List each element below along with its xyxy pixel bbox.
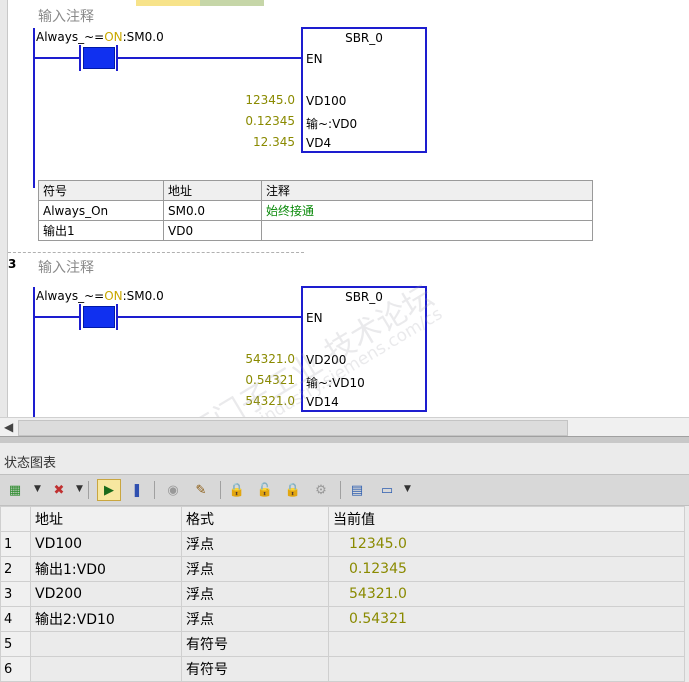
- table-row[interactable]: 5 有符号: [0, 631, 685, 657]
- network-number: 3: [8, 257, 17, 271]
- pin: VD4: [306, 136, 332, 150]
- table-row: 输出1 VD0: [38, 220, 593, 241]
- pin-en: EN: [306, 311, 323, 325]
- trend-view-icon[interactable]: ▤: [348, 481, 366, 499]
- table-row: Always_On SM0.0 始终接通: [38, 200, 593, 221]
- wire: [35, 57, 79, 59]
- pin-en: EN: [306, 52, 323, 66]
- pause-icon[interactable]: ❚: [128, 481, 146, 499]
- current-value-column-header[interactable]: 当前值: [328, 506, 685, 532]
- wire: [35, 316, 79, 318]
- contact-label: Always_~=ON:SM0.0: [36, 30, 164, 44]
- power-rail: [33, 28, 35, 188]
- editor-tab-2[interactable]: [200, 0, 264, 6]
- status-chart-pane: 状态图表 ▦ ▼ ✖ ▼ ▶ ❚ ◉ ✎ 🔒 🔓 🔒 ⚙ ▤ ▭ ▼ 地址 格式…: [0, 443, 689, 682]
- symbol-table: 符号 地址 注释 Always_On SM0.0 始终接通 输出1 VD0: [38, 180, 593, 241]
- lock-all-icon[interactable]: 🔒: [284, 481, 302, 499]
- table-row[interactable]: 2 输出1:VD0 浮点 0.12345: [0, 556, 685, 582]
- network-gutter: [0, 0, 8, 417]
- pin: 输~:VD0: [306, 117, 358, 131]
- table-row[interactable]: 4 输出2:VD10 浮点 0.54321: [0, 606, 685, 632]
- operand-value[interactable]: 12345.0: [245, 93, 295, 107]
- status-chart-table: 地址 格式 当前值 1 VD100 浮点 12345.0 2 输出1:VD0 浮…: [0, 506, 685, 682]
- scroll-left-icon[interactable]: ◀: [4, 420, 13, 434]
- lock-icon[interactable]: 🔒: [228, 481, 246, 499]
- editor-tab-highlight[interactable]: [136, 0, 200, 6]
- pencil-icon[interactable]: ✎: [192, 481, 210, 499]
- chevron-down-icon[interactable]: ▼: [404, 484, 411, 494]
- address-header: 地址: [163, 180, 262, 201]
- symbol-header: 符号: [38, 180, 164, 201]
- table-row[interactable]: 3 VD200 浮点 54321.0: [0, 581, 685, 607]
- unlock-icon[interactable]: 🔓: [256, 481, 274, 499]
- network-comment[interactable]: 输入注释: [38, 257, 94, 277]
- glasses-icon[interactable]: ◉: [164, 481, 182, 499]
- contact-bar-left: [79, 45, 81, 71]
- chart-status-icon[interactable]: ▶: [97, 479, 121, 501]
- network-separator: [8, 252, 304, 254]
- normally-open-contact[interactable]: [83, 306, 115, 328]
- comment-header: 注释: [261, 180, 593, 201]
- insert-row-icon[interactable]: ▦: [6, 481, 24, 499]
- delete-row-icon[interactable]: ✖: [50, 481, 68, 499]
- table-row[interactable]: 6 有符号: [0, 656, 685, 682]
- status-chart-toolbar: ▦ ▼ ✖ ▼ ▶ ❚ ◉ ✎ 🔒 🔓 🔒 ⚙ ▤ ▭ ▼: [0, 474, 689, 506]
- operand-value[interactable]: 12.345: [253, 135, 295, 149]
- scrollbar-thumb[interactable]: [18, 420, 568, 436]
- pin: VD100: [306, 94, 347, 108]
- read-all-icon[interactable]: ⚙: [312, 481, 330, 499]
- ladder-editor[interactable]: 输入注释 Always_~=ON:SM0.0 SBR_0 EN VD100 输~…: [0, 0, 689, 438]
- table-header-row: 地址 格式 当前值: [0, 506, 685, 532]
- subroutine-box[interactable]: SBR_0 EN VD100 输~:VD0 VD4: [301, 27, 427, 153]
- table-row[interactable]: 1 VD100 浮点 12345.0: [0, 531, 685, 557]
- address-column-header[interactable]: 地址: [30, 506, 182, 532]
- wire: [118, 316, 302, 318]
- format-column-header[interactable]: 格式: [181, 506, 329, 532]
- pane-title: 状态图表: [4, 456, 57, 471]
- box-title: SBR_0: [345, 31, 383, 45]
- horizontal-scrollbar[interactable]: ◀: [0, 417, 689, 437]
- display-format-icon[interactable]: ▭: [378, 481, 396, 499]
- chevron-down-icon[interactable]: ▼: [76, 484, 83, 494]
- power-rail: [33, 287, 35, 417]
- contact-bar-left: [79, 304, 81, 330]
- operand-value[interactable]: 0.12345: [245, 114, 295, 128]
- network-comment[interactable]: 输入注释: [38, 6, 94, 26]
- normally-open-contact[interactable]: [83, 47, 115, 69]
- contact-label: Always_~=ON:SM0.0: [36, 289, 164, 303]
- wire: [118, 57, 302, 59]
- chevron-down-icon[interactable]: ▼: [34, 484, 41, 494]
